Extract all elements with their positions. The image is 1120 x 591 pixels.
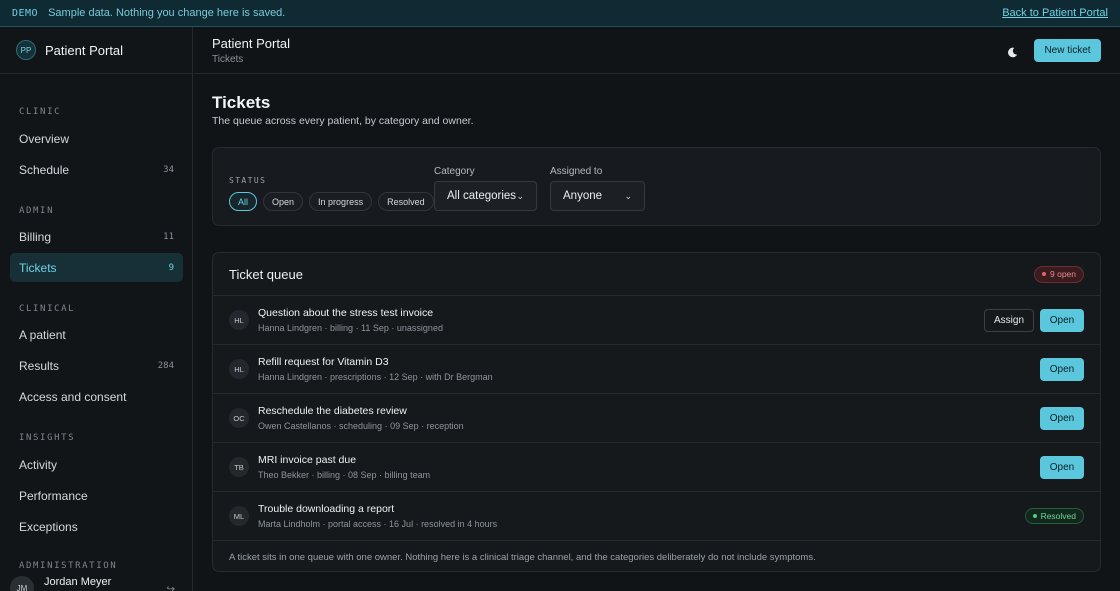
avatar: HL	[229, 359, 249, 379]
open-count-text: 9 open	[1050, 269, 1076, 279]
open-ticket-button[interactable]: Open	[1040, 308, 1084, 332]
status-filter: All Open In progress Resolved	[229, 192, 434, 211]
brand-name: Patient Portal	[45, 42, 124, 58]
sidebar-item-overview[interactable]: Overview	[10, 124, 183, 153]
sidebar-item-label: Billing	[19, 229, 52, 244]
page-subtitle: The queue across every patient, by categ…	[212, 115, 474, 127]
sidebar-item-label: Access and consent	[19, 389, 127, 404]
sidebar-item-label: A patient	[19, 327, 66, 342]
sidebar-item-label: Overview	[19, 131, 70, 146]
header-title: Patient Portal	[212, 36, 291, 51]
chevron-down-icon: ⌄	[516, 190, 524, 201]
sidebar-item-a-patient[interactable]: A patient	[10, 320, 183, 349]
section-label-admin: ADMIN	[19, 206, 55, 216]
moon-icon[interactable]	[1002, 42, 1022, 62]
assigned-select[interactable]: Anyone ⌄	[550, 181, 645, 211]
user-name: Jordan Meyer	[44, 576, 112, 588]
sidebar: PP Patient Portal CLINIC Overview Schedu…	[0, 27, 193, 591]
ticket-meta: Hanna Lindgren · billing · 11 Sep · unas…	[258, 323, 443, 333]
ticket-title: Reschedule the diabetes review	[258, 405, 407, 417]
category-select-value: All categories	[447, 190, 517, 202]
ticket-meta: Hanna Lindgren · prescriptions · 12 Sep …	[258, 372, 493, 382]
section-label-clinic: CLINIC	[19, 107, 62, 117]
status-filter-label: STATUS	[229, 176, 267, 185]
avatar: TB	[229, 457, 249, 477]
queue-header: Ticket queue 9 open	[213, 253, 1100, 296]
status-dot	[1042, 272, 1046, 276]
assigned-label: Assigned to	[550, 166, 603, 177]
ticket-row[interactable]: HL Question about the stress test invoic…	[213, 296, 1100, 345]
sidebar-item-results[interactable]: Results 284	[10, 351, 183, 380]
sidebar-item-activity[interactable]: Activity	[10, 450, 183, 479]
ticket-title: Trouble downloading a report	[258, 503, 395, 515]
sidebar-item-count: 34	[163, 164, 174, 175]
ticket-title: MRI invoice past due	[258, 454, 357, 466]
sidebar-item-count: 11	[163, 231, 174, 242]
status-pill-all[interactable]: All	[229, 192, 258, 211]
open-ticket-button[interactable]: Open	[1040, 455, 1084, 479]
filter-panel: STATUS All Open In progress Resolved Cat…	[212, 147, 1101, 226]
sidebar-item-label: Exceptions	[19, 519, 78, 534]
demo-banner: DEMO Sample data. Nothing you change her…	[0, 0, 1120, 27]
status-pill-resolved[interactable]: Resolved	[378, 192, 434, 211]
assign-button[interactable]: Assign	[984, 308, 1034, 332]
queue-title: Ticket queue	[229, 266, 303, 282]
avatar: JM	[10, 576, 34, 591]
back-to-portal-link[interactable]: Back to Patient Portal	[1002, 7, 1108, 19]
breadcrumb: Tickets	[212, 54, 244, 65]
avatar: ML	[229, 506, 249, 526]
resolved-badge: Resolved	[1024, 508, 1084, 524]
queue-footer-note: A ticket sits in one queue with one owne…	[229, 552, 816, 563]
page-title: Tickets	[212, 93, 271, 112]
sidebar-item-billing[interactable]: Billing 11	[10, 222, 183, 251]
brand[interactable]: PP Patient Portal	[0, 27, 192, 74]
chevron-down-icon: ⌄	[624, 190, 632, 201]
open-count-badge: 9 open	[1034, 265, 1084, 283]
sidebar-item-label: Performance	[19, 488, 88, 503]
ticket-row[interactable]: TB MRI invoice past due Theo Bekker · bi…	[213, 443, 1100, 492]
avatar: OC	[229, 408, 249, 428]
brand-logo: PP	[16, 40, 36, 60]
sidebar-item-count: 284	[157, 360, 174, 371]
new-ticket-button[interactable]: New ticket	[1034, 39, 1101, 62]
user-menu[interactable]: JM Jordan Meyer ↪	[0, 570, 192, 591]
sidebar-item-label: Activity	[19, 457, 58, 472]
sidebar-item-tickets[interactable]: Tickets 9	[10, 253, 183, 282]
sign-out-icon[interactable]: ↪	[167, 584, 175, 591]
status-dot	[1032, 514, 1037, 518]
moon-icon-glyph	[1007, 47, 1017, 57]
category-label: Category	[434, 166, 475, 177]
assigned-select-value: Anyone	[563, 190, 603, 202]
status-pill-open[interactable]: Open	[263, 192, 304, 211]
ticket-title: Question about the stress test invoice	[258, 307, 434, 319]
sidebar-item-label: Results	[19, 358, 60, 373]
ticket-title: Refill request for Vitamin D3	[258, 356, 389, 368]
sidebar-item-performance[interactable]: Performance	[10, 481, 183, 510]
ticket-meta: Marta Lindholm · portal access · 16 Jul …	[258, 519, 498, 529]
sidebar-item-count: 9	[168, 262, 174, 273]
sidebar-item-access-consent[interactable]: Access and consent	[10, 382, 183, 411]
sidebar-item-label: Schedule	[19, 162, 70, 177]
top-header: Patient Portal Tickets New ticket	[194, 27, 1120, 74]
demo-message: Sample data. Nothing you change here is …	[48, 7, 286, 19]
resolved-text: Resolved	[1040, 511, 1076, 521]
section-label-clinical: CLINICAL	[19, 304, 76, 314]
category-select[interactable]: All categories ⌄	[434, 181, 537, 211]
ticket-queue: Ticket queue 9 open HL Question about th…	[212, 252, 1101, 572]
ticket-row[interactable]: HL Refill request for Vitamin D3 Hanna L…	[213, 345, 1100, 394]
section-label-insights: INSIGHTS	[19, 433, 76, 443]
sidebar-item-schedule[interactable]: Schedule 34	[10, 155, 183, 184]
open-ticket-button[interactable]: Open	[1040, 406, 1084, 430]
ticket-meta: Theo Bekker · billing · 08 Sep · billing…	[258, 470, 431, 480]
sidebar-item-exceptions[interactable]: Exceptions	[10, 512, 183, 541]
demo-tag: DEMO	[12, 7, 39, 19]
open-ticket-button[interactable]: Open	[1040, 357, 1084, 381]
ticket-row[interactable]: OC Reschedule the diabetes review Owen C…	[213, 394, 1100, 443]
sidebar-item-label: Tickets	[19, 260, 57, 275]
status-pill-in-progress[interactable]: In progress	[309, 192, 373, 211]
ticket-row[interactable]: ML Trouble downloading a report Marta Li…	[213, 492, 1100, 541]
avatar: HL	[229, 310, 249, 330]
ticket-meta: Owen Castellanos · scheduling · 09 Sep ·…	[258, 421, 464, 431]
